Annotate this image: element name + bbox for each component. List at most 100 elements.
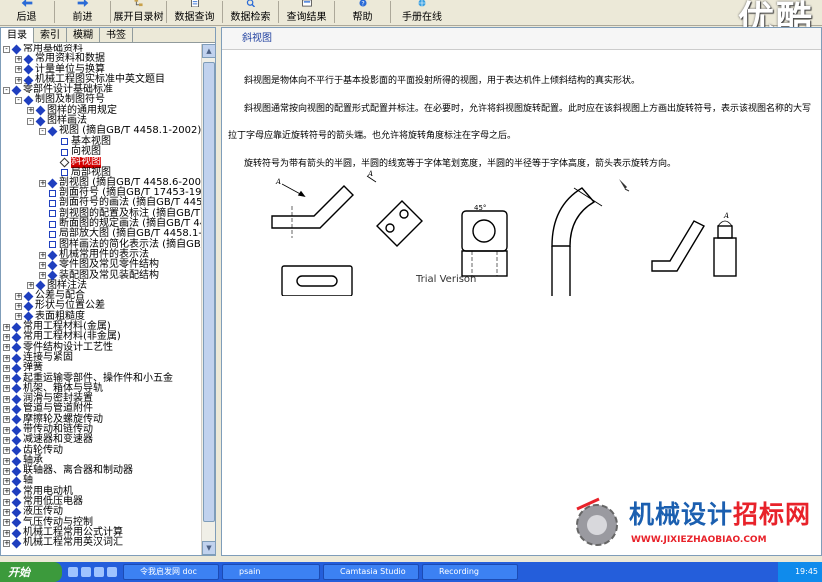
- expand-tree-button[interactable]: 展开目录树: [112, 0, 165, 25]
- expand-icon[interactable]: +: [3, 323, 10, 331]
- quick-launch: [68, 567, 117, 577]
- book-icon: [11, 353, 22, 363]
- expand-icon[interactable]: +: [15, 303, 22, 311]
- expand-icon[interactable]: +: [3, 509, 10, 516]
- tree-node[interactable]: + 装配图及常见装配结构: [1, 270, 201, 281]
- expand-icon[interactable]: +: [3, 539, 10, 547]
- expand-tree-label: 展开目录树: [113, 12, 164, 23]
- taskbar-item[interactable]: Camtasia Studio: [323, 564, 419, 580]
- quick-launch-icon[interactable]: [107, 567, 117, 577]
- brand-watermark: 机械设计招标网 WWW.JIXIEZHAOBIAO.COM: [569, 493, 819, 555]
- scroll-thumb[interactable]: [203, 62, 215, 522]
- quick-launch-icon[interactable]: [68, 567, 78, 577]
- expand-icon[interactable]: +: [15, 313, 22, 321]
- scroll-up-icon[interactable]: ▲: [202, 44, 216, 58]
- tree-node[interactable]: + 图样注法: [1, 280, 201, 291]
- brand-url: WWW.JIXIEZHAOBIAO.COM: [631, 535, 767, 545]
- svg-text:?: ?: [361, 0, 364, 7]
- expand-icon[interactable]: +: [3, 436, 10, 444]
- tree-node[interactable]: 向视图: [1, 146, 201, 157]
- expand-icon[interactable]: +: [3, 354, 10, 362]
- taskbar-item[interactable]: Recording: [422, 564, 518, 580]
- expand-icon[interactable]: +: [3, 406, 10, 414]
- expand-icon[interactable]: +: [3, 478, 10, 486]
- tree-node[interactable]: 基本视图: [1, 136, 201, 147]
- expand-icon[interactable]: +: [39, 261, 46, 269]
- expand-icon[interactable]: +: [3, 426, 10, 434]
- start-button[interactable]: 开始: [0, 562, 62, 582]
- quick-launch-icon[interactable]: [94, 567, 104, 577]
- expand-icon[interactable]: +: [3, 416, 10, 424]
- page-icon: [49, 189, 56, 197]
- forward-button[interactable]: 前进: [56, 0, 109, 25]
- collapse-icon[interactable]: -: [39, 128, 46, 136]
- expand-icon[interactable]: +: [3, 385, 10, 393]
- tree-scrollbar[interactable]: ▲ ▼: [201, 44, 216, 555]
- collapse-icon[interactable]: -: [27, 117, 34, 125]
- brand-name-b: 招标网: [733, 500, 812, 529]
- expand-icon[interactable]: +: [3, 457, 10, 465]
- book-icon: [11, 528, 22, 539]
- data-search-button[interactable]: 数据检索: [224, 0, 277, 25]
- system-tray-clock[interactable]: 19:45: [778, 562, 822, 582]
- taskbar-item[interactable]: psain: [222, 564, 320, 580]
- expand-icon[interactable]: +: [3, 519, 10, 527]
- tree-node[interactable]: + 弹簧: [1, 362, 201, 374]
- expand-icon[interactable]: +: [3, 375, 10, 383]
- expand-icon[interactable]: +: [3, 395, 10, 403]
- expand-icon[interactable]: +: [39, 179, 46, 187]
- collapse-icon[interactable]: -: [3, 86, 10, 94]
- query-results-button[interactable]: 查询结果: [280, 0, 333, 25]
- expand-icon[interactable]: +: [15, 76, 22, 84]
- scroll-down-icon[interactable]: ▼: [202, 541, 216, 555]
- expand-icon[interactable]: +: [3, 488, 10, 496]
- query-results-label: 查询结果: [286, 12, 327, 23]
- expand-icon[interactable]: +: [3, 498, 10, 506]
- collapse-icon[interactable]: -: [15, 97, 22, 105]
- tab-fuzzy[interactable]: 模糊: [67, 28, 100, 43]
- expand-icon[interactable]: +: [27, 107, 34, 115]
- content-panel: 斜视图 斜视图是物体向不平行于基本投影面的平面投射所得的视图，用于表达机件上倾斜…: [221, 27, 822, 556]
- collapse-icon[interactable]: -: [3, 45, 10, 53]
- tree-node[interactable]: + 图样的通用规定: [1, 105, 201, 116]
- book-icon: [11, 466, 22, 477]
- help-button[interactable]: ? 帮助: [336, 0, 389, 25]
- page-icon: [49, 241, 56, 249]
- expand-icon[interactable]: +: [3, 529, 10, 537]
- expand-icon[interactable]: +: [3, 344, 10, 352]
- expand-icon[interactable]: +: [3, 467, 10, 475]
- book-icon: [47, 126, 58, 137]
- view-letter-label: A: [367, 170, 373, 178]
- tab-bookmarks[interactable]: 书签: [100, 28, 133, 43]
- expand-icon[interactable]: +: [15, 55, 22, 63]
- toolbar-divider: [166, 1, 167, 23]
- quick-launch-icon[interactable]: [81, 567, 91, 577]
- forward-label: 前进: [72, 12, 93, 23]
- book-icon: [23, 95, 34, 106]
- expand-icon[interactable]: +: [3, 333, 10, 341]
- expand-icon[interactable]: +: [15, 292, 22, 300]
- expand-icon[interactable]: +: [39, 251, 46, 259]
- taskbar-item[interactable]: 令我启发网 doc: [123, 564, 219, 580]
- page-icon: [49, 200, 56, 208]
- expand-icon[interactable]: +: [3, 364, 10, 372]
- expand-icon[interactable]: +: [27, 282, 34, 290]
- tree-node[interactable]: + 形状与位置公差: [1, 301, 201, 312]
- data-query-button[interactable]: 数据查询: [168, 0, 221, 25]
- back-button[interactable]: 后退: [0, 0, 53, 25]
- expand-icon[interactable]: +: [3, 447, 10, 455]
- data-search-label: 数据检索: [230, 12, 271, 23]
- manual-online-button[interactable]: 手册在线: [392, 0, 452, 25]
- book-icon: [11, 425, 22, 436]
- tree-node[interactable]: + 零件图及常见零件结构: [1, 259, 201, 271]
- globe-icon: [418, 0, 426, 7]
- tree-node[interactable]: + 机械工程常用英汉词汇: [1, 537, 201, 549]
- tab-index[interactable]: 索引: [34, 28, 67, 43]
- expand-icon[interactable]: +: [15, 66, 22, 74]
- tab-contents[interactable]: 目录: [1, 28, 34, 43]
- toolbar-divider: [334, 1, 335, 23]
- gear-logo-icon: [576, 497, 618, 546]
- expand-icon[interactable]: +: [39, 272, 46, 280]
